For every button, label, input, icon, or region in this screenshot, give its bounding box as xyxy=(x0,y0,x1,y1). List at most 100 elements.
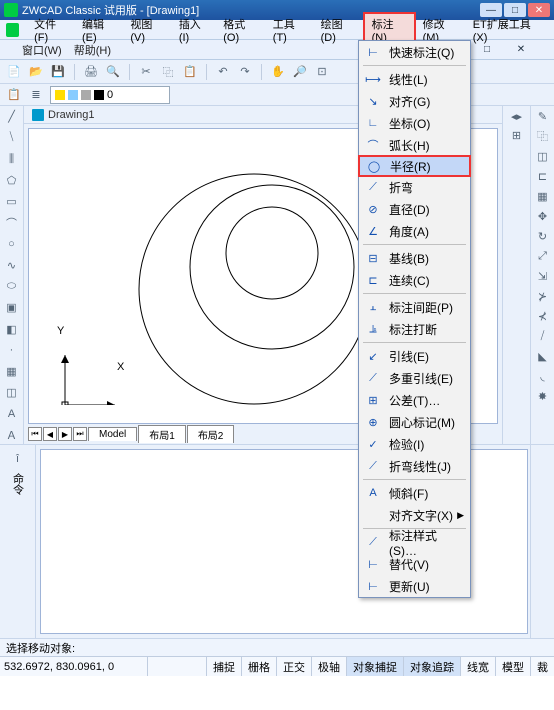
dim-menu-item[interactable]: ⫡标注打断 xyxy=(359,318,470,340)
dim-menu-item[interactable]: ⟋折弯线性(J) xyxy=(359,455,470,477)
menu-tools[interactable]: 工具(T) xyxy=(266,14,314,46)
menu-insert[interactable]: 插入(I) xyxy=(172,14,216,46)
layer-combo[interactable]: 0 xyxy=(50,86,170,104)
copy-icon[interactable]: ⿻ xyxy=(160,64,176,80)
dim-menu-item[interactable]: ⟼线性(L) xyxy=(359,68,470,90)
layer-props-icon[interactable]: 📋 xyxy=(6,87,22,103)
dim-menu-item[interactable]: ∠角度(A) xyxy=(359,220,470,242)
dim-menu-item[interactable]: ⊢快速标注(Q) xyxy=(359,41,470,63)
sb-ortho[interactable]: 正交 xyxy=(276,657,311,676)
text-icon[interactable]: A xyxy=(3,406,21,423)
dim-menu-item[interactable]: ⟋标注样式(S)… xyxy=(359,531,470,553)
print-icon[interactable]: 🖨 xyxy=(83,64,99,80)
tab-next-button[interactable]: ▶ xyxy=(58,427,72,441)
block-icon[interactable]: ◧ xyxy=(3,321,21,338)
tab-first-button[interactable]: ⏮ xyxy=(28,427,42,441)
open-icon[interactable]: 📂 xyxy=(28,64,44,80)
cut-icon[interactable]: ✂ xyxy=(138,64,154,80)
dim-menu-item[interactable]: ⊕圆心标记(M) xyxy=(359,411,470,433)
dim-menu-item[interactable]: ⫠标注间距(P) xyxy=(359,296,470,318)
dim-menu-item[interactable]: ⊟基线(B) xyxy=(359,247,470,269)
dim-menu-item[interactable]: ⊏连续(C) xyxy=(359,269,470,291)
dim-menu-item[interactable]: ⊘直径(D) xyxy=(359,198,470,220)
break-icon[interactable]: ⧸ xyxy=(535,328,551,344)
sb-osnap[interactable]: 对象捕捉 xyxy=(346,657,403,676)
scale-icon[interactable]: ⤢ xyxy=(535,248,551,264)
rs-ico-2[interactable]: ⊞ xyxy=(509,127,525,143)
redo-icon[interactable]: ↷ xyxy=(237,64,253,80)
menu-view[interactable]: 视图(V) xyxy=(123,14,171,46)
sb-grid[interactable]: 栅格 xyxy=(241,657,276,676)
save-icon[interactable]: 💾 xyxy=(50,64,66,80)
dim-menu-item[interactable]: ✓检验(I) xyxy=(359,433,470,455)
ellipse-icon[interactable]: ⬭ xyxy=(3,278,21,295)
sb-otrack[interactable]: 对象追踪 xyxy=(403,657,460,676)
zoom-icon[interactable]: 🔎 xyxy=(292,64,308,80)
xline-icon[interactable]: ⧹ xyxy=(3,129,21,146)
circle-icon[interactable]: ○ xyxy=(3,236,21,253)
doc-close-button[interactable]: ✕ xyxy=(510,43,532,57)
mtext-icon[interactable]: Ａ xyxy=(3,427,21,444)
rotate-icon[interactable]: ↻ xyxy=(535,228,551,244)
zoom-window-icon[interactable]: ⊡ xyxy=(314,64,330,80)
sb-polar[interactable]: 极轴 xyxy=(311,657,346,676)
tab-layout1[interactable]: 布局1 xyxy=(138,425,186,443)
menu-format[interactable]: 格式(O) xyxy=(216,14,266,46)
dim-menu-item[interactable]: ↙引线(E) xyxy=(359,345,470,367)
spline-icon[interactable]: ∿ xyxy=(3,257,21,274)
array-icon[interactable]: ▦ xyxy=(535,188,551,204)
dim-menu-item[interactable]: ◯半径(R) xyxy=(358,155,471,177)
insert-icon[interactable]: ▣ xyxy=(3,299,21,316)
dim-menu-item[interactable]: ⊢更新(U) xyxy=(359,575,470,597)
arc-icon[interactable]: ⌒ xyxy=(3,214,21,231)
new-icon[interactable]: 📄 xyxy=(6,64,22,80)
chamfer-icon[interactable]: ◣ xyxy=(535,348,551,364)
erase-icon[interactable]: ✎ xyxy=(535,108,551,124)
polygon-icon[interactable]: ⬠ xyxy=(3,172,21,189)
point-icon[interactable]: · xyxy=(3,342,21,359)
dim-menu-item[interactable]: ⊞公差(T)… xyxy=(359,389,470,411)
dim-menu-item[interactable]: ⟋多重引线(E) xyxy=(359,367,470,389)
tab-last-button[interactable]: ⏭ xyxy=(73,427,87,441)
tab-prev-button[interactable]: ◀ xyxy=(43,427,57,441)
layer-manager-icon[interactable]: ≣ xyxy=(28,87,44,103)
trim-icon[interactable]: ⊁ xyxy=(535,288,551,304)
preview-icon[interactable]: 🔍 xyxy=(105,64,121,80)
menu-help[interactable]: 帮助(H) xyxy=(74,42,111,58)
explode-icon[interactable]: ✸ xyxy=(535,388,551,404)
undo-icon[interactable]: ↶ xyxy=(215,64,231,80)
line-icon[interactable]: ╱ xyxy=(3,108,21,125)
doc-max-button[interactable]: □ xyxy=(476,43,498,57)
menu-window[interactable]: 窗口(W) xyxy=(22,42,62,58)
sb-model[interactable]: 模型 xyxy=(495,657,530,676)
dim-menu-item[interactable]: 对齐文字(X)▶ xyxy=(359,504,470,526)
dim-menu-item[interactable]: A倾斜(F) xyxy=(359,482,470,504)
region-icon[interactable]: ◫ xyxy=(3,384,21,401)
stretch-icon[interactable]: ⇲ xyxy=(535,268,551,284)
rs-ico-1[interactable]: ◂▸ xyxy=(509,108,525,124)
dim-menu-item[interactable]: ∟坐标(O) xyxy=(359,112,470,134)
polyline-icon[interactable]: ⫼ xyxy=(3,151,21,168)
copy2-icon[interactable]: ⿻ xyxy=(535,128,551,144)
cmd-up-icon[interactable]: î xyxy=(10,451,26,467)
menu-draw[interactable]: 绘图(D) xyxy=(314,14,363,46)
tab-layout2[interactable]: 布局2 xyxy=(187,425,235,443)
paste-icon[interactable]: 📋 xyxy=(182,64,198,80)
mirror-icon[interactable]: ◫ xyxy=(535,148,551,164)
hatch-icon[interactable]: ▦ xyxy=(3,363,21,380)
pan-icon[interactable]: ✋ xyxy=(270,64,286,80)
dim-menu-item[interactable]: ⟋折弯 xyxy=(359,176,470,198)
fillet-icon[interactable]: ◟ xyxy=(535,368,551,384)
tab-model[interactable]: Model xyxy=(88,427,137,441)
extend-icon[interactable]: ⊀ xyxy=(535,308,551,324)
command-input[interactable] xyxy=(6,642,548,654)
dim-menu-item[interactable]: ⊢替代(V) xyxy=(359,553,470,575)
app-menu-icon[interactable] xyxy=(6,23,19,37)
move2-icon[interactable]: ✥ xyxy=(535,208,551,224)
dim-menu-item[interactable]: ↘对齐(G) xyxy=(359,90,470,112)
sb-lw[interactable]: 线宽 xyxy=(460,657,495,676)
sb-snap[interactable]: 捕捉 xyxy=(206,657,241,676)
offset-icon[interactable]: ⊏ xyxy=(535,168,551,184)
rectangle-icon[interactable]: ▭ xyxy=(3,193,21,210)
dim-menu-item[interactable]: ⌒弧长(H) xyxy=(359,134,470,156)
